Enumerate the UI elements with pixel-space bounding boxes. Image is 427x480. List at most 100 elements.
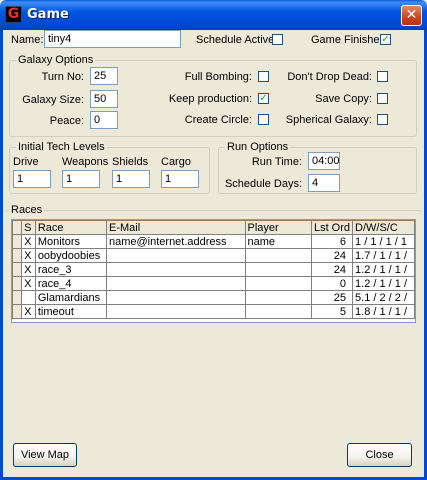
email-cell[interactable] — [105, 248, 246, 263]
status-cell[interactable]: X — [21, 304, 36, 319]
name-field[interactable]: tiny4 — [44, 30, 181, 48]
keep-production-label: Keep production: — [168, 93, 252, 105]
name-label: Name: — [11, 34, 44, 46]
save-copy-checkbox[interactable] — [377, 93, 388, 104]
full-bombing-checkbox[interactable] — [258, 71, 269, 82]
table-row[interactable]: Glamardians 25 5.1 / 2 / 2 / — [12, 290, 415, 305]
row-selector[interactable] — [12, 262, 23, 277]
player-cell[interactable] — [244, 276, 312, 291]
tech-cell[interactable]: 1.2 / 1 / 1 / — [352, 262, 415, 277]
weapons-label: Weapons — [62, 156, 109, 168]
races-grid[interactable]: S Race E-Mail Player Lst Ord D/W/S/C X Monitor… — [11, 219, 416, 323]
last-order-cell[interactable]: 6 — [310, 234, 354, 249]
dont-drop-dead-label: Don't Drop Dead: — [287, 71, 372, 83]
dont-drop-dead-checkbox[interactable] — [377, 71, 388, 82]
status-cell[interactable]: X — [21, 248, 36, 263]
close-icon[interactable]: ✕ — [401, 5, 422, 26]
shields-field[interactable]: 1 — [112, 170, 150, 188]
column-header[interactable] — [12, 220, 23, 235]
row-selector[interactable] — [12, 290, 23, 305]
email-cell[interactable] — [105, 290, 246, 305]
tech-cell[interactable]: 1.7 / 1 / 1 / — [352, 248, 415, 263]
schedule-active-checkbox[interactable] — [272, 34, 283, 45]
run-time-field[interactable]: 04:00 — [308, 152, 340, 170]
last-order-cell[interactable]: 24 — [310, 248, 354, 263]
column-header[interactable]: Lst Ord — [310, 220, 354, 235]
email-cell[interactable]: name@internet.address — [105, 234, 246, 249]
race-cell[interactable]: race_4 — [34, 276, 107, 291]
tech-cell[interactable]: 1 / 1 / 1 / 1 — [352, 234, 415, 249]
race-cell[interactable]: race_3 — [34, 262, 107, 277]
peace-label: Peace: — [49, 115, 84, 127]
player-cell[interactable] — [244, 304, 312, 319]
save-copy-label: Save Copy: — [315, 93, 372, 105]
tech-cell[interactable]: 1.8 / 1 / 1 / — [352, 304, 415, 319]
cargo-field[interactable]: 1 — [161, 170, 199, 188]
status-cell[interactable]: X — [21, 276, 36, 291]
races-title: Races — [9, 204, 45, 216]
view-map-button[interactable]: View Map — [13, 443, 77, 467]
close-button[interactable]: Close — [347, 443, 412, 467]
turn-no-field[interactable]: 25 — [90, 67, 118, 85]
player-cell[interactable] — [244, 248, 312, 263]
player-cell[interactable]: name — [244, 234, 312, 249]
player-cell[interactable] — [244, 290, 312, 305]
tech-cell[interactable]: 5.1 / 2 / 2 / — [352, 290, 415, 305]
spherical-galaxy-label: Spherical Galaxy: — [285, 114, 372, 126]
status-cell[interactable]: X — [21, 234, 36, 249]
column-header[interactable]: E-Mail — [105, 220, 246, 235]
last-order-cell[interactable]: 5 — [310, 304, 354, 319]
spherical-galaxy-checkbox[interactable] — [377, 114, 388, 125]
row-selector[interactable] — [12, 276, 23, 291]
shields-label: Shields — [112, 156, 149, 168]
full-bombing-label: Full Bombing: — [184, 71, 252, 83]
race-cell[interactable]: oobydoobies — [34, 248, 107, 263]
game-finished-label: Game Finished: — [311, 34, 389, 46]
column-header[interactable]: Race — [34, 220, 107, 235]
column-header[interactable]: S — [21, 220, 36, 235]
last-order-cell[interactable]: 0 — [310, 276, 354, 291]
title-bar: G Game ✕ — [0, 0, 427, 30]
schedule-days-label: Schedule Days: — [224, 178, 302, 190]
table-row[interactable]: Xrace_4 0 1.2 / 1 / 1 / — [12, 276, 415, 291]
galaxy-size-field[interactable]: 50 — [90, 90, 118, 108]
cargo-label: Cargo — [161, 156, 191, 168]
race-cell[interactable]: Monitors — [34, 234, 107, 249]
drive-field[interactable]: 1 — [13, 170, 51, 188]
window-title: Game — [27, 7, 69, 22]
player-cell[interactable] — [244, 262, 312, 277]
last-order-cell[interactable]: 25 — [310, 290, 354, 305]
create-circle-checkbox[interactable] — [258, 114, 269, 125]
race-cell[interactable]: timeout — [34, 304, 107, 319]
races-table: S Race E-Mail Player Lst Ord D/W/S/C X Monitor… — [12, 220, 415, 319]
column-header[interactable]: D/W/S/C — [352, 220, 415, 235]
weapons-field[interactable]: 1 — [62, 170, 100, 188]
race-cell[interactable]: Glamardians — [34, 290, 107, 305]
tech-cell[interactable]: 1.2 / 1 / 1 / — [352, 276, 415, 291]
game-finished-checkbox[interactable]: ✓ — [380, 34, 391, 45]
row-selector[interactable] — [12, 234, 23, 249]
email-cell[interactable] — [105, 304, 246, 319]
status-cell[interactable] — [21, 290, 36, 305]
table-row[interactable]: Xrace_3 24 1.2 / 1 / 1 / — [12, 262, 415, 277]
races-header-row: S Race E-Mail Player Lst Ord D/W/S/C — [12, 220, 415, 235]
email-cell[interactable] — [105, 262, 246, 277]
column-header[interactable]: Player — [244, 220, 312, 235]
last-order-cell[interactable]: 24 — [310, 262, 354, 277]
row-selector[interactable] — [12, 304, 23, 319]
peace-field[interactable]: 0 — [90, 111, 118, 129]
row-selector[interactable] — [12, 248, 23, 263]
run-time-label: Run Time: — [251, 156, 302, 168]
table-row[interactable]: Xtimeout 5 1.8 / 1 / 1 / — [12, 304, 415, 319]
schedule-days-field[interactable]: 4 — [308, 174, 340, 192]
galaxy-size-label: Galaxy Size: — [22, 94, 84, 106]
keep-production-checkbox[interactable]: ✓ — [258, 93, 269, 104]
table-row[interactable]: Xoobydoobies 24 1.7 / 1 / 1 / — [12, 248, 415, 263]
turn-no-label: Turn No: — [41, 71, 84, 83]
email-cell[interactable] — [105, 276, 246, 291]
table-row[interactable]: X Monitors name@internet.address name 6 1 / 1… — [12, 234, 415, 249]
app-logo-icon: G — [5, 6, 22, 23]
status-cell[interactable]: X — [21, 262, 36, 277]
schedule-active-label: Schedule Active: — [196, 34, 278, 46]
tech-levels-title: Initial Tech Levels — [16, 141, 107, 153]
